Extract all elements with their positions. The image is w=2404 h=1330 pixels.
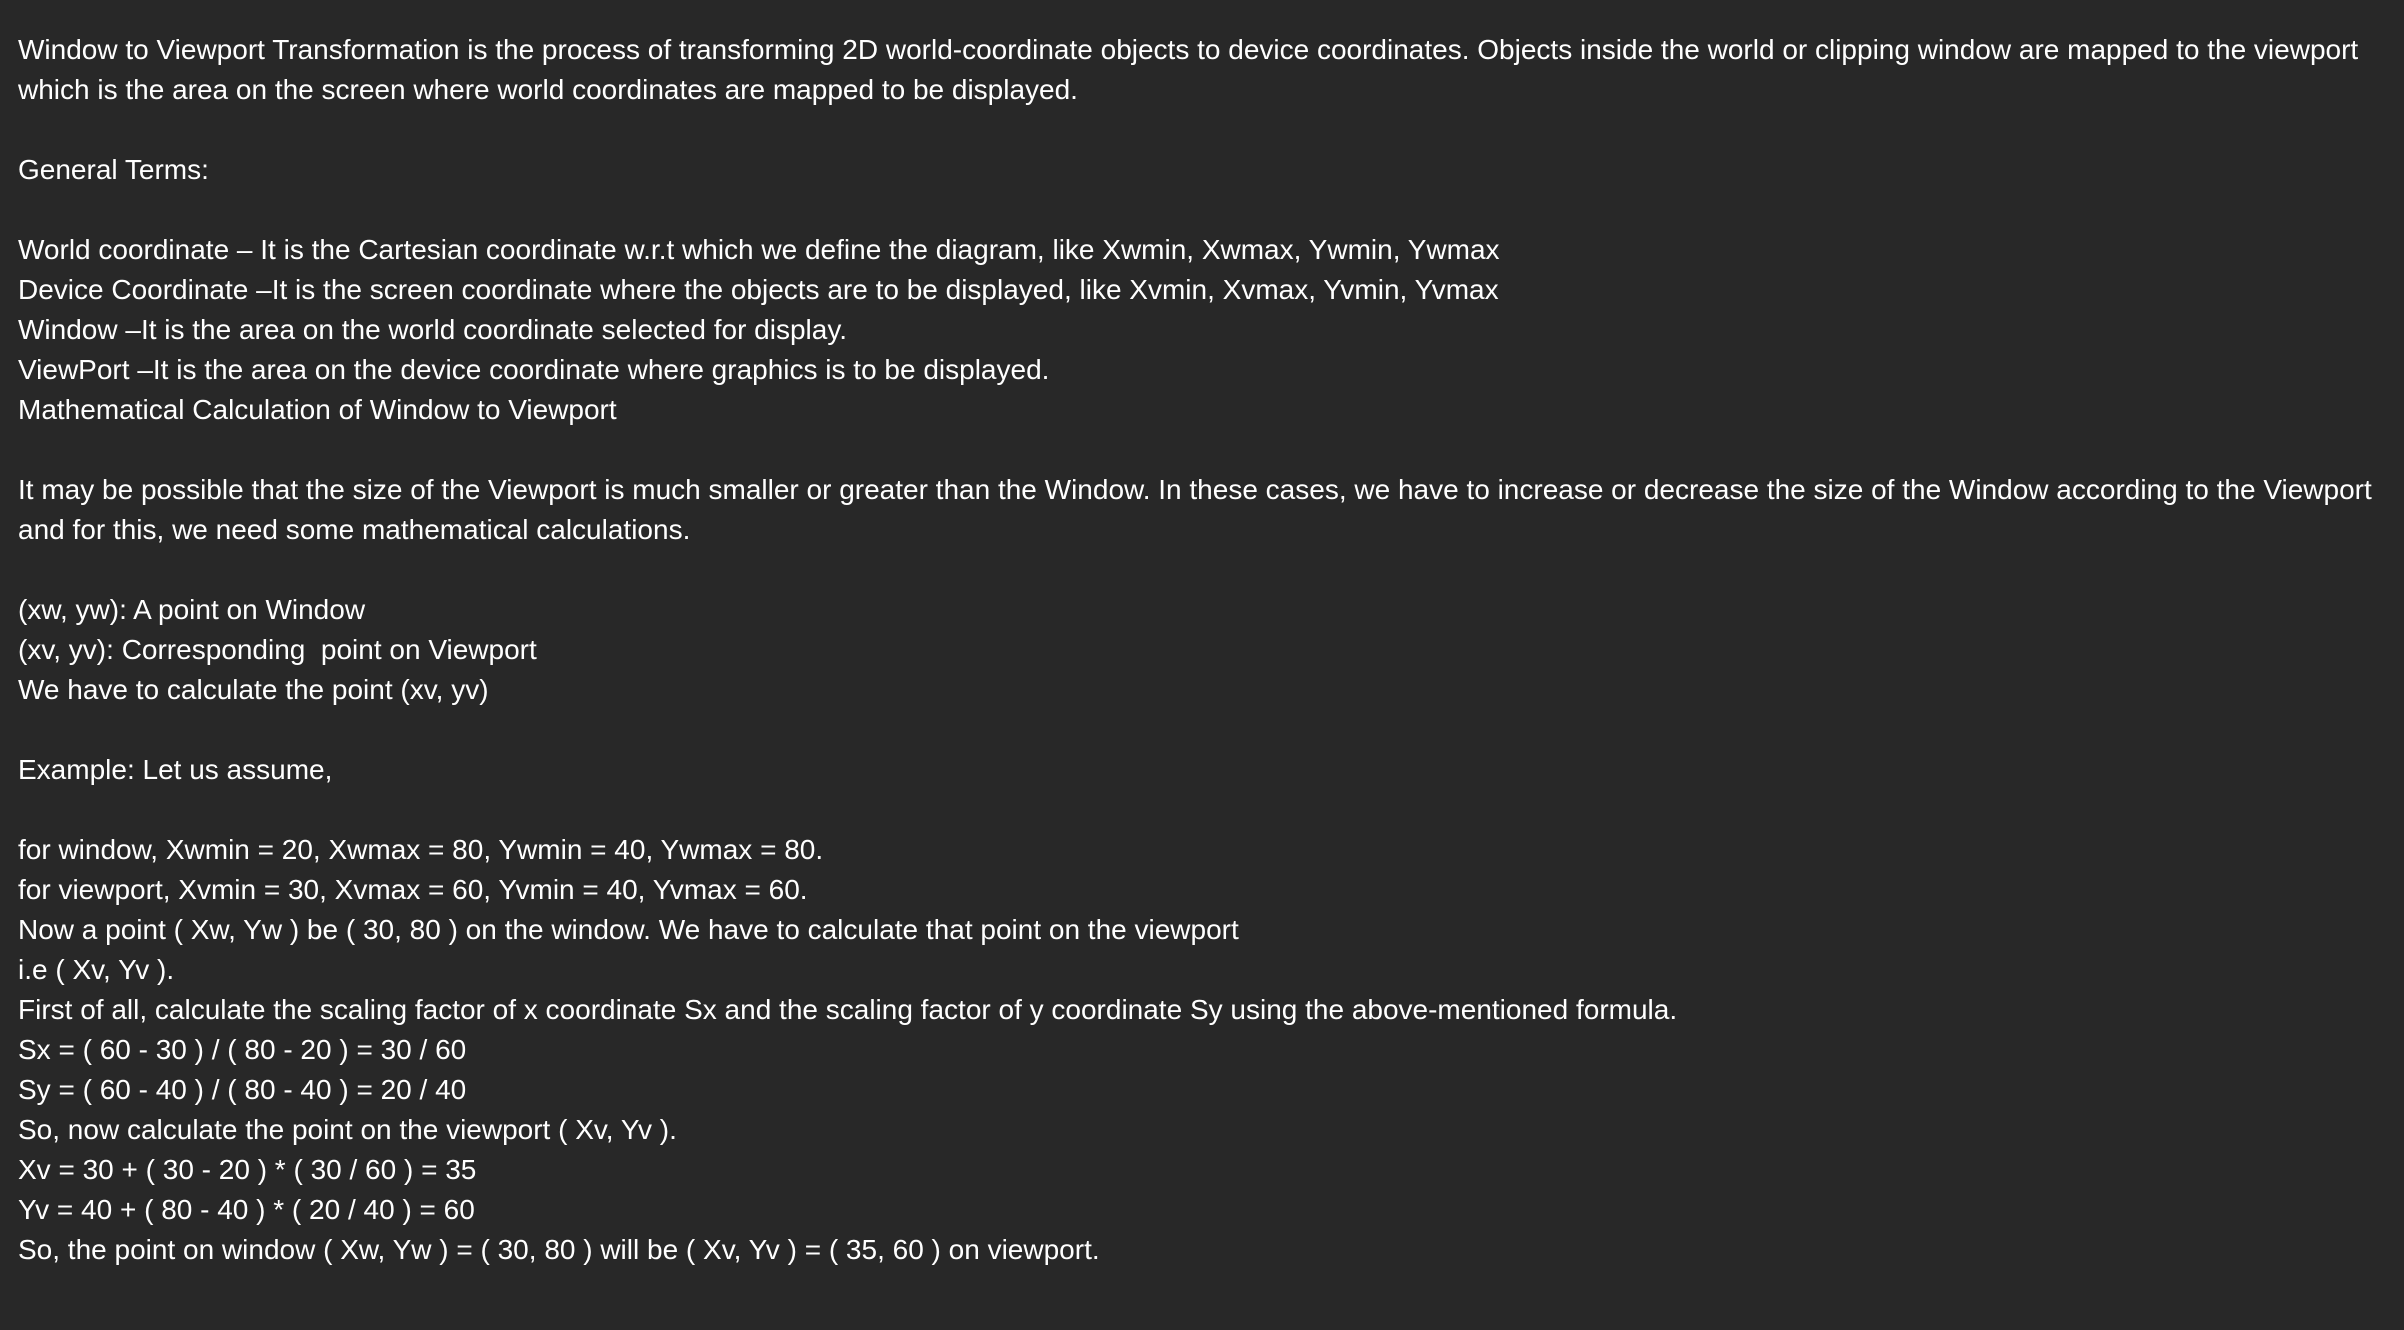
example-conclusion: So, the point on window ( Xw, Yw ) = ( 3… — [18, 1234, 1100, 1265]
example-window-values: for window, Xwmin = 20, Xwmax = 80, Ywmi… — [18, 834, 824, 865]
example-scaling-instruction: First of all, calculate the scaling fact… — [18, 994, 1678, 1025]
example-heading: Example: Let us assume, — [18, 754, 333, 785]
document-body: Window to Viewport Transformation is the… — [18, 30, 2388, 1270]
general-terms-heading: General Terms: — [18, 154, 209, 185]
term-mathematical-calculation: Mathematical Calculation of Window to Vi… — [18, 394, 617, 425]
point-viewport-definition: (xv, yv): Corresponding point on Viewpor… — [18, 634, 537, 665]
example-point-target: i.e ( Xv, Yv ). — [18, 954, 175, 985]
point-calculation-goal: We have to calculate the point (xv, yv) — [18, 674, 489, 705]
calculation-note-line: and for this, we need some mathematical … — [18, 514, 691, 545]
general-terms-list: World coordinate – It is the Cartesian c… — [18, 230, 2388, 430]
point-definitions: (xw, yw): A point on Window (xv, yv): Co… — [18, 590, 2388, 710]
example-calculate-instruction: So, now calculate the point on the viewp… — [18, 1114, 677, 1145]
example-yv-formula: Yv = 40 + ( 80 - 40 ) * ( 20 / 40 ) = 60 — [18, 1194, 475, 1225]
intro-paragraph-line: which is the area on the screen where wo… — [18, 74, 1078, 105]
example-sx-formula: Sx = ( 60 - 30 ) / ( 80 - 20 ) = 30 / 60 — [18, 1034, 467, 1065]
example-xv-formula: Xv = 30 + ( 30 - 20 ) * ( 30 / 60 ) = 35 — [18, 1154, 477, 1185]
term-world-coordinate: World coordinate – It is the Cartesian c… — [18, 234, 1500, 265]
term-viewport: ViewPort –It is the area on the device c… — [18, 354, 1050, 385]
term-device-coordinate: Device Coordinate –It is the screen coor… — [18, 274, 1499, 305]
example-sy-formula: Sy = ( 60 - 40 ) / ( 80 - 40 ) = 20 / 40 — [18, 1074, 467, 1105]
calculation-note-line: It may be possible that the size of the … — [18, 474, 2372, 505]
intro-paragraph-line: Window to Viewport Transformation is the… — [18, 34, 2359, 65]
term-window: Window –It is the area on the world coor… — [18, 314, 848, 345]
point-window-definition: (xw, yw): A point on Window — [18, 594, 366, 625]
example-viewport-values: for viewport, Xvmin = 30, Xvmax = 60, Yv… — [18, 874, 808, 905]
example-point-statement: Now a point ( Xw, Yw ) be ( 30, 80 ) on … — [18, 914, 1239, 945]
example-steps: for window, Xwmin = 20, Xwmax = 80, Ywmi… — [18, 830, 2388, 1270]
